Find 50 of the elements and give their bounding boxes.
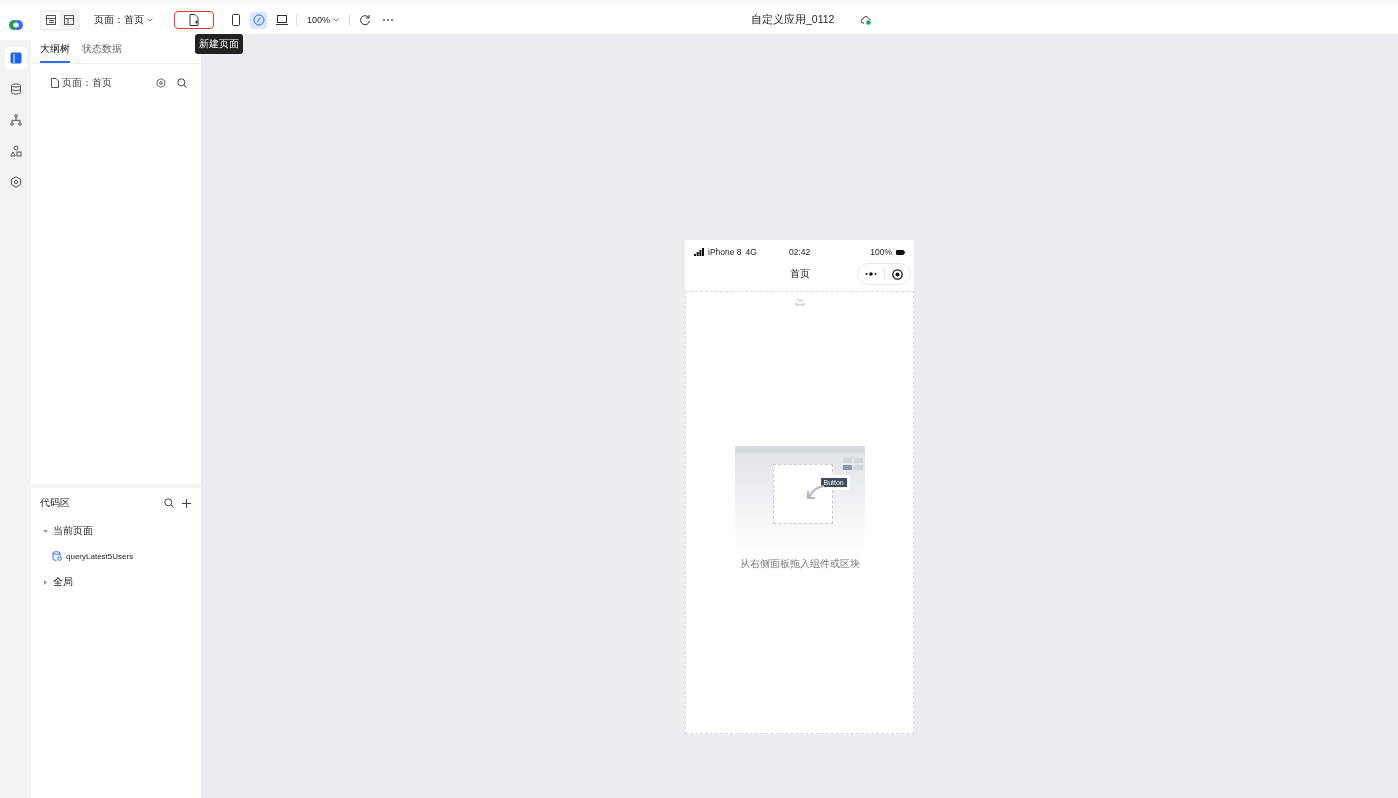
layout-icon xyxy=(9,52,22,64)
search-icon[interactable] xyxy=(177,78,187,88)
outline-item[interactable]: 页面：首页 xyxy=(62,76,112,90)
mini-button[interactable] xyxy=(250,11,267,29)
page-title: 首页 xyxy=(789,267,810,281)
settings-icon[interactable] xyxy=(156,78,166,88)
battery-level: 100% xyxy=(870,247,892,257)
laptop-icon xyxy=(275,15,288,25)
status-time: 02:42 xyxy=(788,247,811,257)
page-selector[interactable]: 页面：首页 xyxy=(94,13,153,27)
database-icon xyxy=(9,83,22,95)
hierarchy-icon xyxy=(9,114,22,126)
tooltip: 新建页面 xyxy=(195,34,243,54)
page-icon xyxy=(51,78,59,88)
tree-group-label[interactable]: 当前页面 xyxy=(53,524,93,538)
outline-nav-button[interactable] xyxy=(4,47,27,69)
cloud-sync-icon xyxy=(861,15,872,25)
tree-group-label[interactable]: 全局 xyxy=(53,575,73,589)
database-icon xyxy=(52,551,62,561)
search-icon[interactable] xyxy=(164,498,174,508)
code-panel-title: 代码区 xyxy=(40,496,70,510)
caret-down-icon xyxy=(147,18,153,22)
close-icon[interactable] xyxy=(892,268,903,280)
mini-program-icon xyxy=(252,14,265,26)
caret-down-icon xyxy=(333,18,340,22)
query-item[interactable]: queryLatest5Users xyxy=(66,551,134,561)
tile-grid xyxy=(842,458,863,470)
signal-icon xyxy=(694,248,704,256)
battery-icon xyxy=(896,249,905,255)
caret-right-icon[interactable] xyxy=(43,579,48,585)
empty-hint: 从右侧面板拖入组件或区块 xyxy=(739,557,860,571)
settings-icon xyxy=(9,176,22,188)
list-view-button[interactable] xyxy=(42,11,60,29)
add-icon[interactable] xyxy=(182,498,191,508)
shapes-icon xyxy=(9,145,22,157)
zoom-selector[interactable]: 100% xyxy=(303,15,344,25)
new-page-button[interactable] xyxy=(175,12,213,28)
refresh-icon xyxy=(358,14,371,26)
layout-icon xyxy=(64,15,74,25)
more-icon[interactable] xyxy=(865,272,877,276)
list-icon xyxy=(46,15,56,25)
panel-tab[interactable]: 状态数据 xyxy=(82,34,122,63)
panel-tab[interactable]: 大纲树 xyxy=(40,34,70,63)
phone-icon xyxy=(231,14,240,26)
app-title: 自定义应用_0112 xyxy=(751,13,835,27)
arrow-icon xyxy=(804,484,825,500)
caret-down-icon[interactable] xyxy=(43,528,48,534)
network-type: 4G xyxy=(745,247,757,257)
device-name: iPhone 8 xyxy=(708,247,742,257)
new-page-icon xyxy=(189,14,199,26)
